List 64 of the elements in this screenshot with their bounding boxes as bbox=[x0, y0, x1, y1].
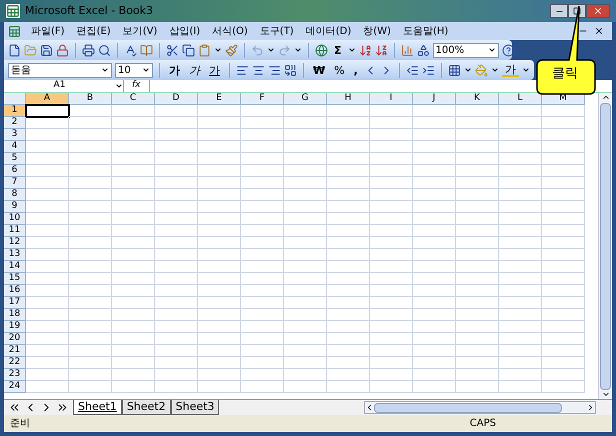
currency-button[interactable]: ₩ bbox=[310, 64, 328, 76]
column-header[interactable]: F bbox=[241, 93, 284, 105]
row-header[interactable]: 3 bbox=[4, 129, 26, 141]
row-header[interactable]: 15 bbox=[4, 273, 26, 285]
font-field[interactable]: 돋움 bbox=[8, 62, 112, 78]
row-header[interactable]: 24 bbox=[4, 381, 26, 393]
column-header[interactable]: H bbox=[327, 93, 370, 105]
status-text: 준비 bbox=[10, 417, 30, 431]
row-header[interactable]: 16 bbox=[4, 285, 26, 297]
row-header[interactable]: 19 bbox=[4, 321, 26, 333]
menu-item[interactable]: 창(W) bbox=[357, 24, 397, 38]
row-header[interactable]: 20 bbox=[4, 333, 26, 345]
row-header[interactable]: 2 bbox=[4, 117, 26, 129]
window-title: Microsoft Excel - Book3 bbox=[25, 2, 154, 19]
row-header[interactable]: 7 bbox=[4, 177, 26, 189]
underline-button[interactable]: 가 bbox=[206, 64, 223, 76]
column-header[interactable]: B bbox=[69, 93, 112, 105]
row-header[interactable]: 11 bbox=[4, 225, 26, 237]
callout-text: 클릭 bbox=[552, 65, 578, 83]
row-header[interactable]: 4 bbox=[4, 141, 26, 153]
row-header[interactable]: 12 bbox=[4, 237, 26, 249]
sheet-tab[interactable]: Sheet3 bbox=[170, 400, 220, 415]
row-header[interactable]: 10 bbox=[4, 213, 26, 225]
function-label[interactable]: fx bbox=[124, 79, 148, 93]
row-header[interactable]: 13 bbox=[4, 249, 26, 261]
font-size-field[interactable]: 10 bbox=[115, 62, 153, 78]
menu-item[interactable]: 데이터(D) bbox=[300, 24, 358, 38]
column-header[interactable]: G bbox=[284, 93, 327, 105]
column-header[interactable]: E bbox=[198, 93, 241, 105]
row-header[interactable]: 23 bbox=[4, 369, 26, 381]
autosum-button[interactable]: Σ bbox=[331, 44, 345, 56]
caps-lock-indicator: CAPS bbox=[470, 417, 496, 431]
menu-item[interactable]: 보기(V) bbox=[116, 24, 164, 38]
column-header[interactable]: C bbox=[112, 93, 155, 105]
comma-button[interactable]: , bbox=[350, 64, 361, 76]
column-header[interactable]: I bbox=[370, 93, 413, 105]
percent-button[interactable]: % bbox=[331, 64, 348, 76]
row-header[interactable]: 9 bbox=[4, 201, 26, 213]
menu-item[interactable]: 편집(E) bbox=[70, 24, 117, 38]
column-header[interactable]: J bbox=[413, 93, 456, 105]
row-header[interactable]: 14 bbox=[4, 261, 26, 273]
menu-item[interactable]: 파일(F) bbox=[25, 24, 71, 38]
row-header[interactable]: 17 bbox=[4, 297, 26, 309]
column-header[interactable]: K bbox=[456, 93, 499, 105]
column-header[interactable]: L bbox=[499, 93, 542, 105]
row-header[interactable]: 6 bbox=[4, 165, 26, 177]
column-header[interactable]: D bbox=[155, 93, 198, 105]
row-header[interactable]: 18 bbox=[4, 309, 26, 321]
sheet-tab[interactable]: Sheet1 bbox=[73, 400, 122, 415]
zoom-field[interactable]: 100% bbox=[432, 42, 499, 58]
font-color-button[interactable]: 가 bbox=[502, 64, 519, 76]
sheet-tab[interactable]: Sheet2 bbox=[122, 400, 171, 415]
bold-button[interactable]: 가 bbox=[166, 64, 183, 76]
row-header[interactable]: 8 bbox=[4, 189, 26, 201]
italic-button[interactable]: 가 bbox=[186, 64, 203, 76]
menu-item[interactable]: 삽입(I) bbox=[163, 24, 206, 38]
column-header[interactable]: A bbox=[26, 93, 69, 105]
menu-item[interactable]: 도구(T) bbox=[254, 24, 300, 38]
row-header[interactable]: 21 bbox=[4, 345, 26, 357]
row-header[interactable]: 1 bbox=[4, 105, 26, 117]
menu-item[interactable]: 도움말(H) bbox=[396, 24, 454, 38]
menu-item[interactable]: 서식(O) bbox=[206, 24, 254, 38]
row-header[interactable]: 22 bbox=[4, 357, 26, 369]
row-header[interactable]: 5 bbox=[4, 153, 26, 165]
